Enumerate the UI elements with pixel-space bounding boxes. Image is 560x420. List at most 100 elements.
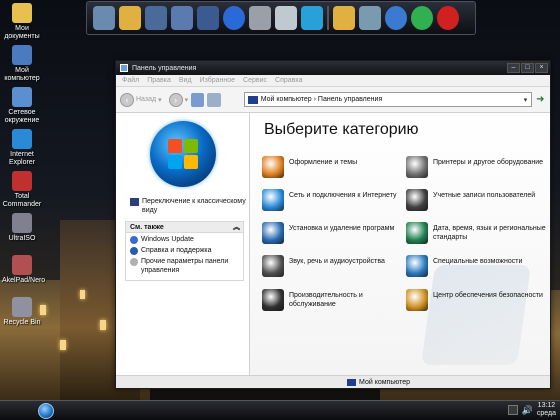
ultraiso-icon (12, 213, 32, 233)
disk-icon[interactable] (275, 6, 297, 30)
category-link[interactable]: Оформление и темы (262, 156, 402, 178)
category-label: Сеть и подключения к Интернету (289, 192, 397, 199)
switch-view-label: Переключение к классическому виду (142, 198, 246, 214)
settings-icon[interactable] (411, 6, 433, 30)
tray-app-icon[interactable] (507, 405, 518, 415)
control-panel-icon (130, 198, 139, 206)
category-label: Звук, речь и аудиоустройства (289, 258, 385, 265)
maximize-button[interactable]: □ (521, 63, 534, 73)
network-icon (12, 87, 32, 107)
menu-item[interactable]: Избранное (200, 77, 235, 84)
control-panel-window: Панель управления – □ × Файл Правка Вид Изб… (115, 60, 551, 389)
desktop-icon-label: Мои документы (4, 25, 40, 40)
folder-icon[interactable] (145, 6, 167, 30)
see-also-label: Справка и поддержка (141, 247, 212, 254)
chevron-down-icon: ▾ (158, 96, 162, 104)
tools-icon[interactable] (333, 6, 355, 30)
desktop-icon[interactable]: Мой компьютер (2, 45, 42, 83)
category-link[interactable]: Центр обеспечения безопасности (406, 289, 546, 311)
category-link[interactable]: Звук, речь и аудиоустройства (262, 255, 402, 277)
control-panel-icon (120, 64, 128, 72)
address-path: Мой компьютер › Панель управления (260, 96, 383, 103)
desktop-icon-label: Total Commander (2, 193, 42, 208)
music-folder-icon[interactable] (197, 6, 219, 30)
folder-icon[interactable] (119, 6, 141, 30)
views-icon[interactable] (207, 92, 221, 107)
recycle-bin-icon (12, 297, 32, 317)
menu-bar: Файл Правка Вид Избранное Сервис Справка (116, 75, 550, 87)
desktop-icon[interactable]: AkelPad/Nero (2, 255, 45, 285)
dock-separator (327, 6, 329, 30)
chevron-down-icon[interactable]: ▾ (521, 96, 531, 104)
back-arrow-icon: ‹ (120, 92, 134, 107)
close-button[interactable]: × (535, 63, 548, 73)
category-link[interactable]: Сеть и подключения к Интернету (262, 189, 402, 211)
go-arrow-icon[interactable]: ➜ (535, 94, 546, 106)
power-icon[interactable] (437, 6, 459, 30)
category-link[interactable]: Учетные записи пользователей (406, 189, 546, 211)
desktop-icon-label: UltraISO (8, 235, 36, 242)
desktop-icon[interactable]: Мои документы (2, 3, 42, 41)
up-folder-icon[interactable] (191, 92, 205, 107)
computer-icon (12, 45, 32, 65)
menu-item[interactable]: Файл (122, 77, 139, 84)
clock[interactable]: 13:12 среда (537, 402, 556, 418)
desktop-icon[interactable]: Internet Explorer (2, 129, 42, 167)
decorative-graphic (420, 265, 532, 365)
recycle-bin-icon[interactable] (359, 6, 381, 30)
switch-classic-view-link[interactable]: Переключение к классическому виду (130, 197, 246, 215)
category-link[interactable]: Принтеры и другое оборудование (406, 156, 546, 178)
app-icon (12, 255, 32, 275)
category-label: Дата, время, язык и региональные стандар… (433, 225, 546, 241)
see-also-link[interactable]: Справка и поддержка (126, 244, 243, 255)
desktop-icon[interactable]: Сетевое окружение (2, 87, 42, 125)
collapse-chevron-icon[interactable]: ︽ (233, 222, 240, 232)
documents-icon[interactable] (171, 6, 193, 30)
chevron-down-icon: ▾ (184, 96, 189, 104)
see-also-link[interactable]: Windows Update (126, 233, 243, 244)
back-button[interactable]: ‹ Назад ▾ (120, 92, 162, 107)
desktop-icon[interactable]: Recycle Bin (2, 297, 42, 327)
page-title: Выберите категорию (264, 121, 419, 138)
category-link[interactable]: Специальные возможности (406, 255, 546, 277)
printer-icon (406, 156, 428, 178)
menu-item[interactable]: Правка (147, 77, 171, 84)
desktop-icon-label: Сетевое окружение (4, 109, 40, 124)
menu-item[interactable]: Сервис (243, 77, 267, 84)
category-label: Установка и удаление программ (289, 225, 395, 232)
menu-item[interactable]: Справка (275, 77, 302, 84)
address-bar[interactable]: Мой компьютер › Панель управления ▾ (243, 92, 532, 107)
monitor-icon[interactable] (93, 6, 115, 30)
internet-explorer-icon[interactable] (301, 6, 323, 30)
see-also-header[interactable]: См. также ︽ (126, 222, 243, 233)
title-bar[interactable]: Панель управления – □ × (116, 61, 550, 75)
app-dock (86, 1, 476, 35)
category-link[interactable]: Установка и удаление программ (262, 222, 402, 244)
calculator-icon[interactable] (249, 6, 271, 30)
accessibility-icon (406, 255, 428, 277)
category-link[interactable]: Производительность и обслуживание (262, 289, 402, 311)
search-icon[interactable] (385, 6, 407, 30)
internet-explorer-icon (12, 129, 32, 149)
windows-logo-icon (150, 121, 216, 187)
start-button[interactable] (38, 403, 54, 419)
back-label: Назад (136, 96, 157, 103)
menu-item[interactable]: Вид (179, 77, 192, 84)
forward-button[interactable]: › ▾ (168, 92, 189, 107)
category-label: Производительность и обслуживание (289, 292, 363, 308)
desktop-icon-label: Мой компьютер (4, 67, 40, 82)
category-link[interactable]: Дата, время, язык и региональные стандар… (406, 222, 546, 244)
category-label: Центр обеспечения безопасности (433, 292, 543, 299)
network-icon (262, 189, 284, 211)
desktop-icon[interactable]: UltraISO (2, 213, 42, 243)
minimize-button[interactable]: – (507, 63, 520, 73)
media-player-icon[interactable] (223, 6, 245, 30)
computer-icon (347, 378, 357, 386)
volume-icon[interactable]: 🔊 (522, 405, 533, 416)
category-label: Специальные возможности (433, 258, 523, 265)
system-tray: 🔊 13:12 среда (507, 402, 556, 418)
desktop-icon[interactable]: Total Commander (2, 171, 42, 209)
users-icon (406, 189, 428, 211)
security-shield-icon (406, 289, 428, 311)
see-also-link[interactable]: Прочие параметры панели управления (126, 255, 243, 275)
